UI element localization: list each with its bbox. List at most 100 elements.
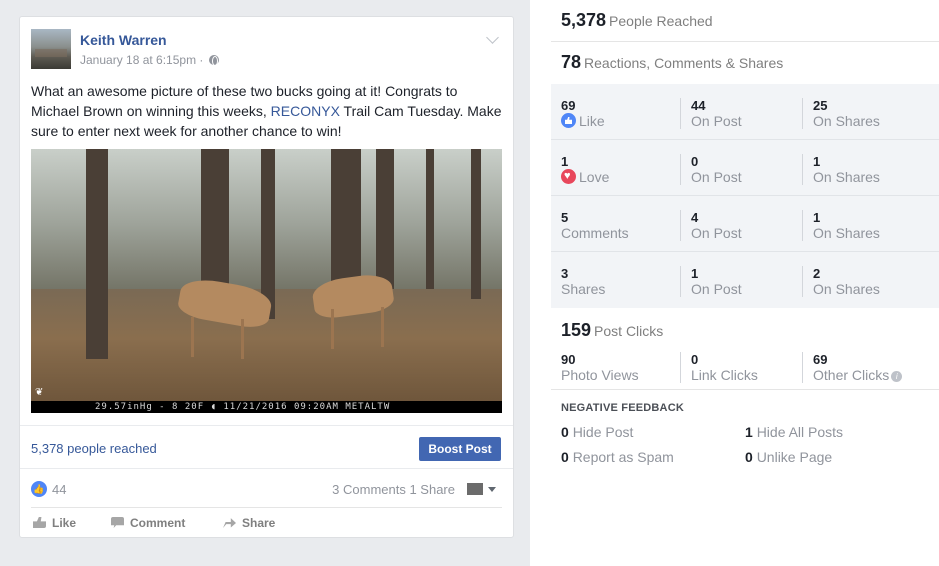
deer-leg <box>241 319 244 359</box>
link-clicks: 0 Link Clicks <box>680 352 798 383</box>
comments-on-post-value: 4 <box>691 210 699 225</box>
share-label: Share <box>242 516 276 530</box>
comment-icon <box>111 517 124 528</box>
unlike-page-label: Unlike Page <box>756 449 833 465</box>
reaction-summary: 👍 44 3 Comments 1 Share <box>20 469 513 507</box>
link-clicks-value: 0 <box>691 352 699 367</box>
post-photo[interactable]: ❦ 29.57inHg - 8 20F ◖ 11/21/2016 09:20AM… <box>31 149 502 413</box>
love-on-shares-value: 1 <box>813 154 821 169</box>
breakdown-row-comments: 5 Comments 4 On Post 1 On Shares <box>551 196 939 252</box>
people-reached-label: People Reached <box>609 13 713 29</box>
deer-leg <box>331 309 334 349</box>
comment-label: Comment <box>130 516 186 530</box>
people-reached-link[interactable]: 5,378 people reached <box>31 441 157 456</box>
shares-on-post: 1 On Post <box>680 266 798 297</box>
comments-on-shares-value: 1 <box>813 210 821 225</box>
people-reached-value: 5,378 <box>561 10 607 30</box>
post-insights-panel: 5,378 People Reached 78 Reactions, Comment… <box>551 0 939 566</box>
hide-all-posts-value: 1 <box>745 424 753 440</box>
info-icon[interactable]: i <box>891 371 903 382</box>
report-spam-value: 0 <box>561 449 569 465</box>
love-total-value: 1 <box>561 154 569 169</box>
report-spam-stat: 0 Report as Spam <box>561 449 674 465</box>
shares-total-value: 3 <box>561 266 569 281</box>
unlike-page-stat: 0 Unlike Page <box>745 449 832 465</box>
post-clicks-label: Post Clicks <box>594 323 664 339</box>
post-text: What an awesome picture of these two buc… <box>31 81 506 141</box>
photo-views-label: Photo Views <box>561 367 639 383</box>
love-on-post-label: On Post <box>691 169 742 185</box>
love-on-shares: 1 On Shares <box>802 154 920 185</box>
comments-on-shares-label: On Shares <box>813 225 880 241</box>
like-button[interactable]: Like <box>33 516 76 530</box>
engagement-label: Reactions, Comments & Shares <box>584 55 784 71</box>
people-reached-stat: 5,378 People Reached <box>551 10 939 42</box>
comments-total-value: 5 <box>561 210 569 225</box>
love-on-shares-label: On Shares <box>813 169 880 185</box>
share-icon <box>223 518 236 528</box>
other-clicks-label: Other Clicks <box>813 367 890 383</box>
engagement-stat: 78 Reactions, Comments & Shares <box>551 52 939 84</box>
comment-button[interactable]: Comment <box>111 516 185 530</box>
post-meta: January 18 at 6:15pm · <box>80 53 219 67</box>
love-total: 1 Love <box>551 154 669 185</box>
shares-total-label: Shares <box>561 281 606 297</box>
report-spam-label: Report as Spam <box>572 449 674 465</box>
like-on-post: 44 On Post <box>680 98 798 129</box>
deer-leg <box>191 317 194 357</box>
comments-total-label: Comments <box>561 225 629 241</box>
avatar[interactable] <box>31 29 71 69</box>
other-clicks: 69 Other Clicks i <box>802 352 920 383</box>
hide-all-posts-label: Hide All Posts <box>756 424 844 440</box>
comments-on-post-label: On Post <box>691 225 742 241</box>
like-label: Like <box>52 516 77 530</box>
post-clicks-section: 159 Post Clicks 90 Photo Views 0 Link Click… <box>551 308 939 390</box>
like-on-post-label: On Post <box>691 113 742 129</box>
tree-trunk <box>86 149 108 359</box>
hide-post-label: Hide Post <box>572 424 634 440</box>
negative-feedback-title: NEGATIVE FEEDBACK <box>561 402 684 414</box>
like-total: 69 Like <box>551 98 669 129</box>
reconyx-link[interactable]: RECONYX <box>271 103 340 119</box>
post-clicks-value: 159 <box>561 320 592 340</box>
love-icon <box>561 168 576 184</box>
shares-on-post-value: 1 <box>691 266 699 281</box>
comments-shares-count[interactable]: 3 Comments 1 Share <box>332 482 455 497</box>
shares-on-post-label: On Post <box>691 281 742 297</box>
other-clicks-value: 69 <box>813 352 828 367</box>
globe-icon <box>208 55 219 66</box>
link-clicks-label: Link Clicks <box>691 367 758 383</box>
hide-post-value: 0 <box>561 424 569 440</box>
breakdown-row-love: 1Love 0On Post 1On Shares <box>551 140 939 196</box>
post-card: Keith Warren January 18 at 6:15pm · What… <box>19 16 514 538</box>
hide-post-stat: 0 Hide Post <box>561 424 633 440</box>
reach-row: 5,378 people reached Boost Post <box>20 425 513 469</box>
like-total-value: 69 <box>561 98 576 113</box>
photo-views: 90 Photo Views <box>551 352 669 383</box>
author-name[interactable]: Keith Warren <box>80 32 167 48</box>
chevron-down-icon[interactable] <box>486 31 499 44</box>
breakdown-row-like: 69 Like 44 On Post 25 On Shares <box>551 84 939 140</box>
like-on-shares-value: 25 <box>813 98 828 113</box>
love-on-post-value: 0 <box>691 154 699 169</box>
like-on-shares-label: On Shares <box>813 113 880 129</box>
photo-views-value: 90 <box>561 352 576 367</box>
caret-down-icon <box>488 487 496 492</box>
like-on-post-value: 44 <box>691 98 706 113</box>
thumbs-up-icon <box>33 517 46 528</box>
breakdown-row-shares: 3 Shares 1 On Post 2 On Shares <box>551 252 939 308</box>
deer-leg <box>381 307 384 347</box>
like-reaction-icon[interactable]: 👍 <box>31 481 47 497</box>
reaction-count[interactable]: 44 <box>52 482 66 497</box>
share-button[interactable]: Share <box>223 516 275 530</box>
post-timestamp[interactable]: January 18 at 6:15pm <box>80 53 196 67</box>
tree-trunk <box>471 149 481 299</box>
post-as-selector[interactable] <box>467 483 497 495</box>
camera-brand-icon: ❦ <box>35 387 44 398</box>
hide-all-posts-stat: 1 Hide All Posts <box>745 424 843 440</box>
comments-on-shares: 1 On Shares <box>802 210 920 241</box>
tree-trunk <box>426 149 434 289</box>
shares-on-shares-value: 2 <box>813 266 821 281</box>
engagement-value: 78 <box>561 52 582 72</box>
boost-post-button[interactable]: Boost Post <box>419 437 501 461</box>
